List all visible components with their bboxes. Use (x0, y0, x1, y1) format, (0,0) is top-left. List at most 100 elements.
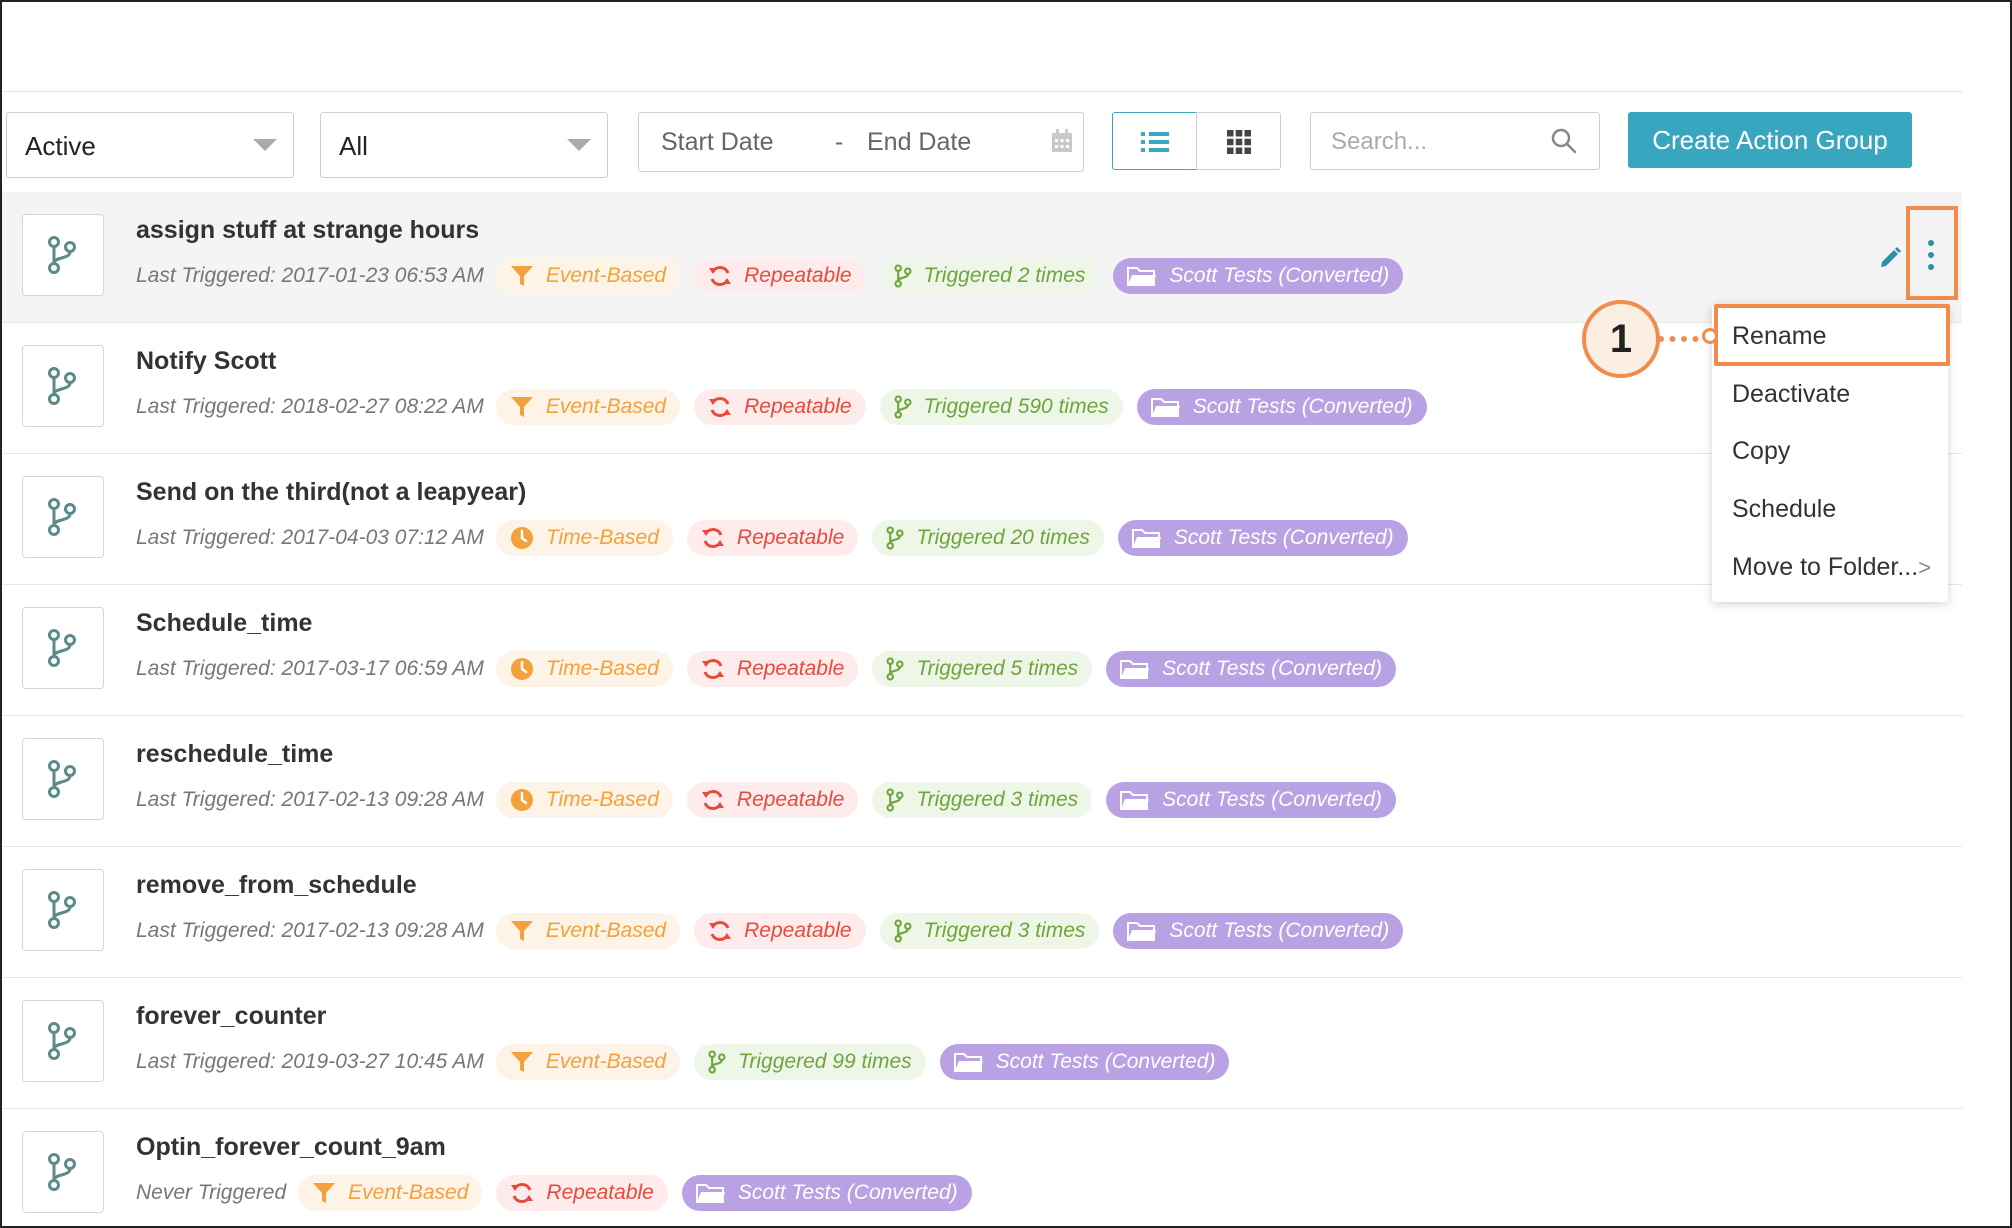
grid-view-button[interactable] (1196, 112, 1281, 170)
trigger-type-badge-label: Event-Based (545, 1050, 667, 1073)
action-group-icon-tile (22, 476, 104, 558)
action-group-title[interactable]: assign stuff at strange hours (136, 216, 479, 245)
action-groups-page: Active All Start Date - End Date Search.… (0, 0, 2012, 1228)
start-date-field[interactable]: Start Date (661, 128, 774, 157)
action-group-title[interactable]: reschedule_time (136, 740, 333, 769)
action-group-meta: Last Triggered: 2019-03-27 10:45 AM Event… (136, 1044, 1243, 1080)
view-toggle (1112, 112, 1282, 170)
action-group-row[interactable]: Schedule_time Last Triggered: 2017-03-17… (2, 585, 1962, 716)
repeatable-badge-label: Repeatable (736, 526, 845, 549)
action-group-row[interactable]: Send on the third(not a leapyear) Last T… (2, 454, 1962, 585)
action-group-title[interactable]: Schedule_time (136, 609, 312, 638)
branch-icon (47, 890, 77, 930)
menu-item-deactivate[interactable]: Deactivate (1732, 380, 1850, 409)
folder-icon (1120, 789, 1150, 811)
filter-icon (510, 1050, 534, 1074)
repeatable-badge: Repeatable (694, 258, 866, 294)
status-dropdown[interactable]: Active (6, 112, 294, 178)
action-group-icon-tile (22, 738, 104, 820)
refresh-icon (701, 788, 725, 812)
last-triggered-text: Last Triggered: 2017-02-13 09:28 AM (136, 788, 484, 811)
trigger-type-badge: Time-Based (495, 520, 673, 556)
trigger-type-badge: Event-Based (298, 1175, 483, 1211)
branch-icon (47, 366, 77, 406)
folder-icon (1127, 265, 1157, 287)
filter-icon (312, 1181, 336, 1205)
last-triggered-text: Last Triggered: 2017-02-13 09:28 AM (136, 919, 484, 942)
folder-badge: Scott Tests (Converted) (1136, 389, 1427, 425)
repeatable-badge: Repeatable (686, 520, 859, 556)
menu-item-copy[interactable]: Copy (1732, 437, 1790, 466)
branch-icon (47, 628, 77, 668)
end-date-field[interactable]: End Date (867, 128, 971, 157)
action-group-title[interactable]: Send on the third(not a leapyear) (136, 478, 526, 507)
callout-anchor (1702, 328, 1718, 344)
action-group-title[interactable]: Notify Scott (136, 347, 276, 376)
triggered-count-badge: Triggered 590 times (879, 389, 1123, 425)
repeatable-badge: Repeatable (496, 1175, 668, 1211)
clock-icon (510, 657, 534, 681)
search-input[interactable]: Search... (1310, 112, 1600, 170)
calendar-icon[interactable] (1051, 129, 1073, 153)
last-triggered-text: Last Triggered: 2017-01-23 06:53 AM (136, 264, 484, 287)
trigger-type-badge: Time-Based (495, 782, 673, 818)
list-view-button[interactable] (1112, 112, 1197, 170)
action-group-title[interactable]: Optin_forever_count_9am (136, 1133, 446, 1162)
menu-item-move-to-folder[interactable]: Move to Folder...> (1732, 553, 1931, 582)
trigger-type-badge-label: Time-Based (545, 657, 659, 680)
action-group-meta: Never Triggered Event-Based Repeatable Scot… (136, 1175, 986, 1211)
type-dropdown[interactable]: All (320, 112, 608, 178)
trigger-type-badge: Event-Based (495, 389, 681, 425)
branch-icon (894, 919, 912, 943)
menu-item-schedule[interactable]: Schedule (1732, 495, 1836, 524)
folder-icon (954, 1051, 984, 1073)
repeatable-badge-label: Repeatable (744, 919, 852, 942)
action-group-title[interactable]: forever_counter (136, 1002, 326, 1031)
action-group-row[interactable]: Notify Scott Last Triggered: 2018-02-27 … (2, 323, 1962, 454)
action-group-meta: Last Triggered: 2017-01-23 06:53 AM Event… (136, 258, 1417, 294)
last-triggered-text: Last Triggered: 2017-04-03 07:12 AM (136, 526, 484, 549)
branch-icon (47, 1152, 77, 1192)
action-group-row[interactable]: reschedule_time Last Triggered: 2017-02-… (2, 716, 1962, 847)
triggered-count-badge-label: Triggered 590 times (923, 395, 1109, 418)
folder-badge-label: Scott Tests (Converted) (737, 1181, 958, 1204)
action-group-row[interactable]: remove_from_schedule Last Triggered: 201… (2, 847, 1962, 978)
repeatable-badge-label: Repeatable (744, 395, 852, 418)
branch-icon (47, 235, 77, 275)
action-group-row[interactable]: Optin_forever_count_9am Never Triggered E… (2, 1109, 1962, 1226)
more-vertical-icon (1928, 240, 1934, 246)
triggered-count-badge-label: Triggered 2 times (923, 264, 1086, 287)
clock-icon (510, 526, 534, 550)
triggered-count-badge: Triggered 20 times (872, 520, 1104, 556)
branch-icon (708, 1050, 726, 1074)
action-group-title[interactable]: remove_from_schedule (136, 871, 417, 900)
step-callout: 1 (1582, 300, 1660, 378)
header-divider (2, 91, 1962, 92)
action-group-row[interactable]: forever_counter Last Triggered: 2019-03-… (2, 978, 1962, 1109)
triggered-count-badge: Triggered 3 times (879, 913, 1100, 949)
branch-icon (894, 395, 912, 419)
triggered-count-badge: Triggered 99 times (694, 1044, 926, 1080)
grid-view-icon (1227, 130, 1251, 154)
last-triggered-text: Last Triggered: 2018-02-27 08:22 AM (136, 395, 484, 418)
triggered-count-badge-label: Triggered 99 times (738, 1050, 912, 1073)
date-range-picker[interactable]: Start Date - End Date (638, 112, 1084, 172)
action-group-icon-tile (22, 345, 104, 427)
folder-badge-label: Scott Tests (Converted) (1169, 919, 1390, 942)
filter-icon (510, 919, 534, 943)
search-icon[interactable] (1551, 128, 1577, 154)
trigger-type-badge: Time-Based (495, 651, 673, 687)
folder-icon (1127, 920, 1157, 942)
action-group-icon-tile (22, 607, 104, 689)
folder-badge: Scott Tests (Converted) (939, 1044, 1230, 1080)
folder-icon (1151, 396, 1181, 418)
folder-badge: Scott Tests (Converted) (1106, 782, 1396, 818)
create-action-group-button[interactable]: Create Action Group (1628, 112, 1912, 168)
folder-badge: Scott Tests (Converted) (681, 1175, 972, 1211)
trigger-type-badge-label: Event-Based (545, 395, 667, 418)
triggered-count-badge-label: Triggered 5 times (916, 657, 1079, 680)
caret-down-icon (567, 139, 591, 151)
action-group-row[interactable]: assign stuff at strange hours Last Trigg… (2, 192, 1962, 323)
more-actions-button[interactable] (1906, 206, 1958, 300)
action-group-icon-tile (22, 214, 104, 296)
